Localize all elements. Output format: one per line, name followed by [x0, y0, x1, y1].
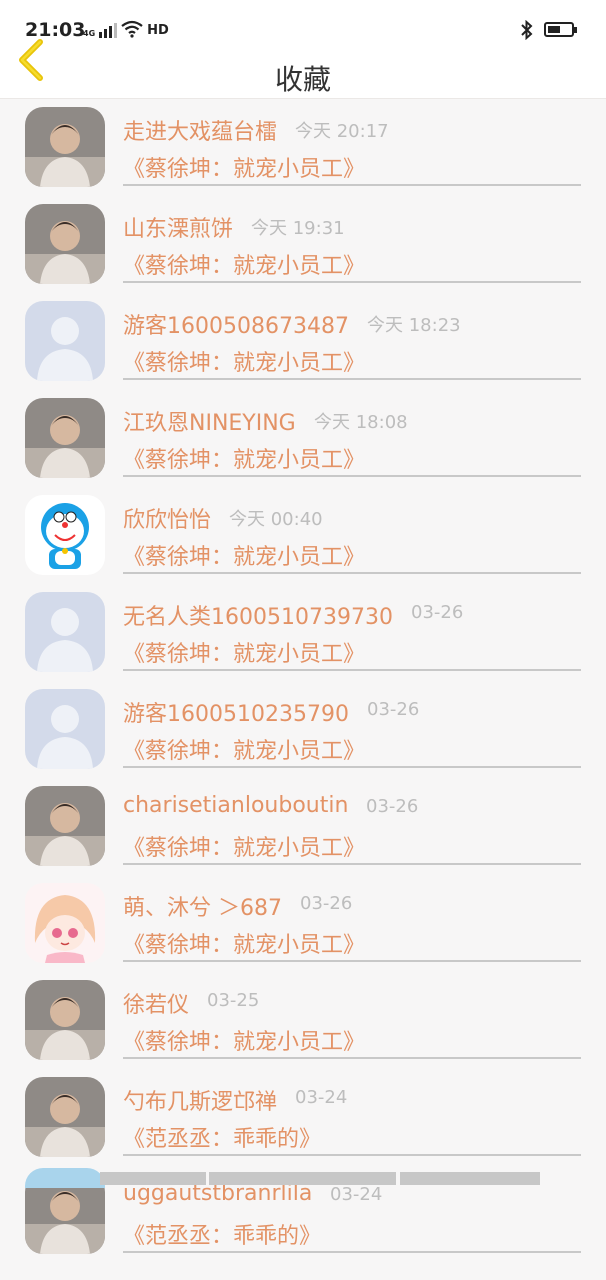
- list-item[interactable]: 萌、沐兮 ＞687 03-26 《蔡徐坤：就宠小员工》: [0, 875, 606, 972]
- list-item[interactable]: 游客1600508673487 今天 18:23 《蔡徐坤：就宠小员工》: [0, 293, 606, 390]
- divider: [123, 475, 581, 477]
- avatar[interactable]: [25, 1077, 105, 1157]
- timestamp: 今天 18:23: [367, 315, 461, 336]
- divider: [123, 378, 581, 380]
- user-name[interactable]: 走进大戏蕴台檑: [123, 114, 277, 146]
- user-name[interactable]: 欣欣怡怡: [123, 502, 211, 534]
- divider: [123, 960, 581, 962]
- network-type: 4G: [83, 29, 96, 38]
- avatar[interactable]: [25, 204, 105, 284]
- battery-icon: [544, 22, 577, 37]
- divider: [123, 1057, 581, 1059]
- timestamp: 今天 18:08: [314, 412, 408, 433]
- avatar[interactable]: [25, 398, 105, 478]
- book-title[interactable]: 《蔡徐坤：就宠小员工》: [123, 151, 365, 183]
- user-name[interactable]: 游客1600508673487: [123, 308, 349, 340]
- list-item-partial: [0, 1165, 606, 1188]
- book-title[interactable]: 《蔡徐坤：就宠小员工》: [123, 345, 365, 377]
- timestamp: 03-24: [295, 1087, 348, 1108]
- timestamp: 03-26: [411, 602, 464, 623]
- list-item[interactable]: 徐若仪 03-25 《蔡徐坤：就宠小员工》: [0, 972, 606, 1069]
- timestamp: 今天 20:17: [295, 121, 389, 142]
- avatar[interactable]: [25, 495, 105, 575]
- avatar[interactable]: [25, 301, 105, 381]
- list-item[interactable]: 走进大戏蕴台檑 今天 20:17 《蔡徐坤：就宠小员工》: [0, 99, 606, 196]
- book-title[interactable]: 《范丞丞：乖乖的》: [123, 1218, 321, 1250]
- divider: [123, 669, 581, 671]
- bluetooth-icon: [521, 20, 533, 40]
- book-title[interactable]: 《蔡徐坤：就宠小员工》: [123, 927, 365, 959]
- timestamp: 今天 00:40: [229, 509, 323, 530]
- book-title[interactable]: 《范丞丞：乖乖的》: [123, 1121, 321, 1153]
- avatar[interactable]: [25, 980, 105, 1060]
- book-title[interactable]: 《蔡徐坤：就宠小员工》: [123, 539, 365, 571]
- list-item[interactable]: 无名人类1600510739730 03-26 《蔡徐坤：就宠小员工》: [0, 584, 606, 681]
- divider: [123, 766, 581, 768]
- divider: [123, 281, 581, 283]
- book-title[interactable]: 《蔡徐坤：就宠小员工》: [123, 1024, 365, 1056]
- list-item[interactable]: 勺布几斯逻邙禅 03-24 《范丞丞：乖乖的》: [0, 1069, 606, 1166]
- page-title: 收藏: [274, 63, 331, 96]
- favorites-list[interactable]: 走进大戏蕴台檑 今天 20:17 《蔡徐坤：就宠小员工》 山东溧煎饼 今天 19:31 《…: [0, 99, 606, 1263]
- signal-icon: [99, 22, 118, 38]
- avatar: [25, 1168, 105, 1188]
- divider: [123, 863, 581, 865]
- divider: [123, 572, 581, 574]
- user-name[interactable]: 无名人类1600510739730: [123, 599, 393, 631]
- list-item[interactable]: 江玖恩NINEYING 今天 18:08 《蔡徐坤：就宠小员工》: [0, 390, 606, 487]
- user-name[interactable]: 江玖恩NINEYING: [123, 405, 296, 437]
- timestamp: 03-25: [207, 990, 260, 1011]
- user-name[interactable]: 山东溧煎饼: [123, 211, 233, 243]
- hd-badge: HD: [147, 23, 169, 38]
- book-title[interactable]: 《蔡徐坤：就宠小员工》: [123, 830, 365, 862]
- list-item[interactable]: 欣欣怡怡 今天 00:40 《蔡徐坤：就宠小员工》: [0, 487, 606, 584]
- avatar[interactable]: [25, 107, 105, 187]
- avatar[interactable]: [25, 786, 105, 866]
- book-title[interactable]: 《蔡徐坤：就宠小员工》: [123, 442, 365, 474]
- book-title[interactable]: 《蔡徐坤：就宠小员工》: [123, 636, 365, 668]
- divider: [123, 184, 581, 186]
- book-title[interactable]: 《蔡徐坤：就宠小员工》: [123, 733, 365, 765]
- avatar[interactable]: [25, 883, 105, 963]
- list-item[interactable]: 山东溧煎饼 今天 19:31 《蔡徐坤：就宠小员工》: [0, 196, 606, 293]
- timestamp: 03-26: [366, 796, 419, 817]
- timestamp: 今天 19:31: [251, 218, 345, 239]
- divider: [123, 1154, 581, 1156]
- timestamp: 03-26: [300, 893, 353, 914]
- book-title[interactable]: 《蔡徐坤：就宠小员工》: [123, 248, 365, 280]
- user-name[interactable]: charisetianlouboutin: [123, 793, 348, 818]
- list-item[interactable]: 游客1600510235790 03-26 《蔡徐坤：就宠小员工》: [0, 681, 606, 778]
- user-name[interactable]: 勺布几斯逻邙禅: [123, 1084, 277, 1116]
- avatar[interactable]: [25, 592, 105, 672]
- user-name[interactable]: 徐若仪: [123, 987, 189, 1019]
- user-name[interactable]: 游客1600510235790: [123, 696, 349, 728]
- divider: [123, 1251, 581, 1253]
- wifi-icon: [121, 20, 143, 38]
- timestamp: 03-24: [330, 1184, 383, 1205]
- list-item[interactable]: charisetianlouboutin 03-26 《蔡徐坤：就宠小员工》: [0, 778, 606, 875]
- status-icons: 4G HD: [83, 20, 169, 38]
- timestamp: 03-26: [367, 699, 420, 720]
- user-name[interactable]: 萌、沐兮 ＞687: [123, 890, 282, 922]
- nav-bar: 收藏: [0, 39, 606, 99]
- avatar[interactable]: [25, 689, 105, 769]
- status-bar: 21:03 4G HD: [0, 0, 606, 46]
